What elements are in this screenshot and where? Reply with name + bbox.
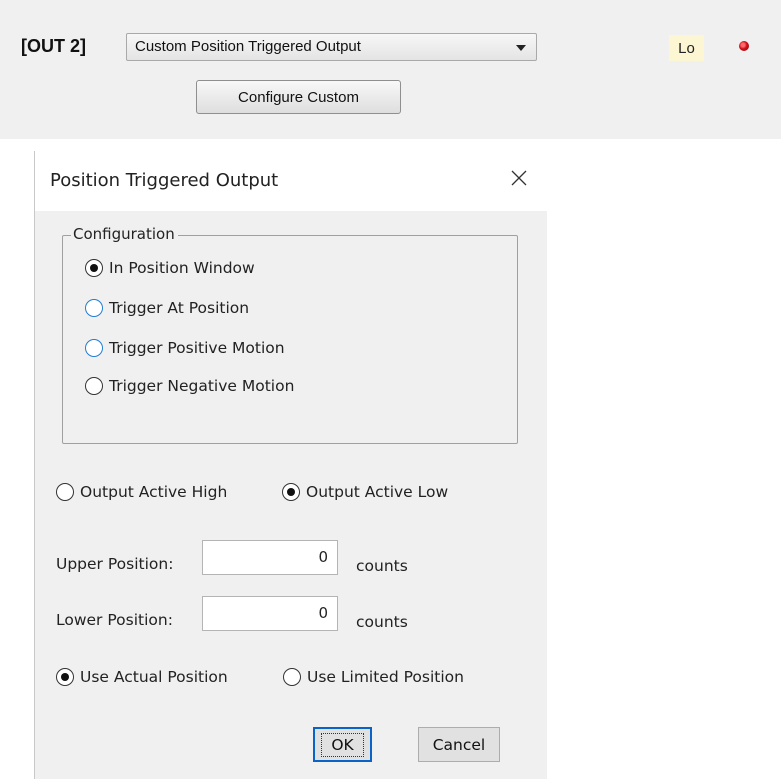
output-active-low-label: Output Active Low — [306, 483, 449, 501]
radio-checked-icon — [282, 483, 300, 501]
output-label: [OUT 2] — [21, 36, 86, 56]
output-active-high-radio[interactable]: Output Active High — [56, 483, 227, 501]
upper-position-label: Upper Position: — [56, 555, 174, 573]
use-actual-position-label: Use Actual Position — [80, 668, 228, 686]
upper-position-input[interactable]: 0 — [202, 540, 338, 575]
output-panel: [OUT 2] Custom Position Triggered Output… — [0, 0, 781, 139]
config-option-in-position-window[interactable]: In Position Window — [85, 259, 255, 277]
dialog-titlebar: Position Triggered Output — [35, 151, 547, 211]
close-icon[interactable] — [507, 166, 531, 190]
upper-position-unit: counts — [356, 557, 408, 575]
output-mode-select[interactable]: Custom Position Triggered Output — [126, 33, 537, 61]
config-option-label: In Position Window — [109, 259, 255, 277]
position-triggered-output-dialog: Position Triggered Output Configuration … — [34, 151, 547, 779]
output-state-badge: Lo — [669, 35, 704, 61]
config-option-trigger-negative-motion[interactable]: Trigger Negative Motion — [85, 377, 294, 395]
config-option-trigger-positive-motion[interactable]: Trigger Positive Motion — [85, 339, 285, 357]
use-limited-position-radio[interactable]: Use Limited Position — [283, 668, 464, 686]
ok-button-label: OK — [321, 732, 364, 757]
lower-position-unit: counts — [356, 613, 408, 631]
chevron-down-icon — [516, 45, 526, 51]
status-led-icon — [739, 41, 749, 51]
output-active-low-radio[interactable]: Output Active Low — [282, 483, 448, 501]
config-option-trigger-at-position[interactable]: Trigger At Position — [85, 299, 249, 317]
configuration-legend: Configuration — [71, 225, 178, 243]
cancel-button[interactable]: Cancel — [418, 727, 500, 762]
radio-unchecked-icon — [85, 339, 103, 357]
use-limited-position-label: Use Limited Position — [307, 668, 464, 686]
ok-button[interactable]: OK — [313, 727, 372, 762]
use-actual-position-radio[interactable]: Use Actual Position — [56, 668, 228, 686]
config-option-label: Trigger Negative Motion — [109, 377, 295, 395]
output-active-high-label: Output Active High — [80, 483, 228, 501]
radio-unchecked-icon — [56, 483, 74, 501]
output-mode-value: Custom Position Triggered Output — [135, 38, 361, 55]
lower-position-input[interactable]: 0 — [202, 596, 338, 631]
config-option-label: Trigger Positive Motion — [109, 339, 285, 357]
radio-unchecked-icon — [85, 377, 103, 395]
radio-unchecked-icon — [283, 668, 301, 686]
config-option-label: Trigger At Position — [109, 299, 250, 317]
lower-position-label: Lower Position: — [56, 611, 173, 629]
dialog-title: Position Triggered Output — [50, 170, 279, 191]
radio-unchecked-icon — [85, 299, 103, 317]
radio-checked-icon — [56, 668, 74, 686]
radio-checked-icon — [85, 259, 103, 277]
configure-custom-button[interactable]: Configure Custom — [196, 80, 401, 114]
